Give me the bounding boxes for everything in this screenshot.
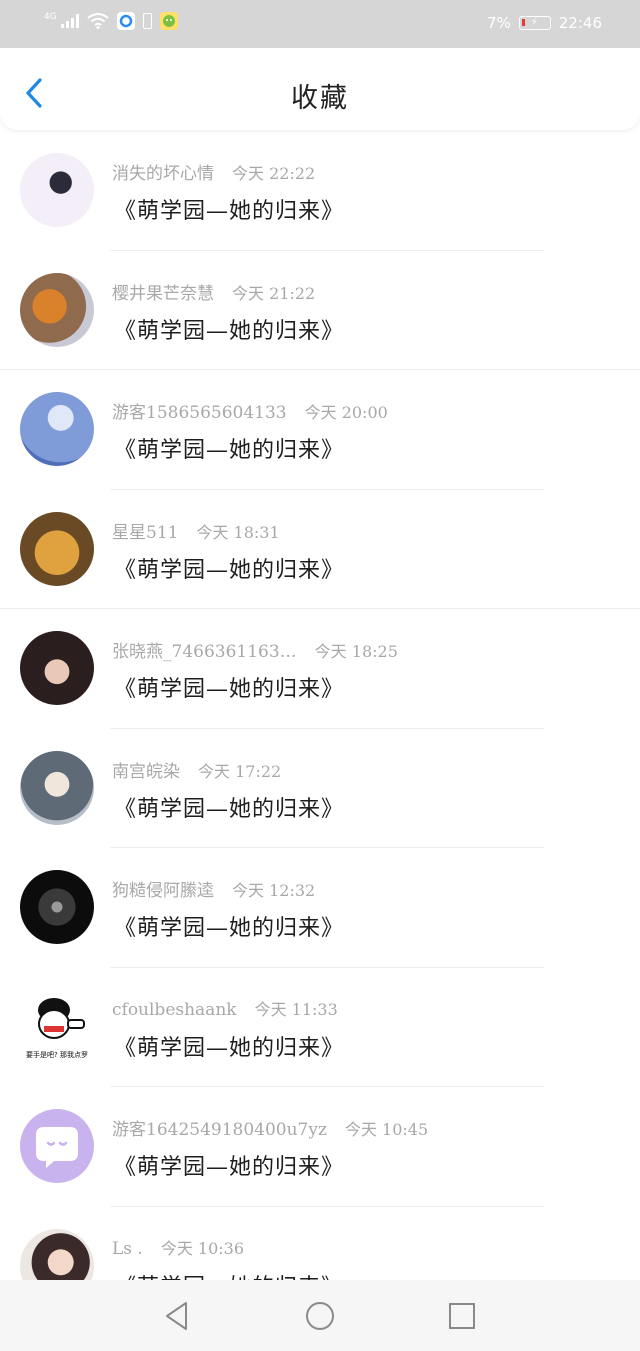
username[interactable]: 狗糙侵阿縢逵 bbox=[112, 881, 214, 901]
network-type: 4G bbox=[44, 12, 57, 22]
avatar-caption: 要手是吧? 那我点罗 bbox=[26, 1050, 88, 1059]
battery-icon: ⚡ bbox=[518, 16, 551, 30]
timestamp: 今天 22:22 bbox=[232, 164, 316, 183]
work-title[interactable]: 《萌学园—她的归来》 bbox=[114, 1149, 344, 1181]
work-title[interactable]: 《萌学园—她的归来》 bbox=[114, 313, 344, 345]
battery-percent: 7% bbox=[486, 14, 511, 32]
list-item[interactable]: 狗糙侵阿縢逵 今天 12:32 《萌学园—她的归来》 bbox=[0, 848, 640, 968]
list-item[interactable]: 游客1586565604133 今天 20:00 《萌学园—她的归来》 bbox=[0, 370, 640, 490]
wifi-icon bbox=[87, 13, 109, 29]
list-item[interactable]: 张晓燕_7466361163… 今天 18:25 《萌学园—她的归来》 bbox=[0, 609, 640, 729]
avatar[interactable] bbox=[20, 272, 94, 347]
work-title[interactable]: 《萌学园—她的归来》 bbox=[114, 432, 344, 464]
username[interactable]: 樱井果芒奈慧 bbox=[112, 284, 214, 304]
work-title[interactable]: 《萌学园—她的归来》 bbox=[114, 193, 344, 225]
username[interactable]: 游客1586565604133 bbox=[112, 403, 287, 423]
avatar[interactable] bbox=[20, 392, 94, 466]
avatar[interactable] bbox=[20, 750, 94, 825]
signal-icon bbox=[60, 14, 79, 28]
header: 收藏 bbox=[0, 48, 640, 130]
browser-app-icon bbox=[116, 12, 135, 30]
timestamp: 今天 18:25 bbox=[314, 642, 398, 661]
page-title: 收藏 bbox=[291, 83, 349, 114]
chat-bubble-icon bbox=[36, 1127, 78, 1168]
work-title[interactable]: 《萌学园—她的归来》 bbox=[114, 552, 344, 584]
timestamp: 今天 12:32 bbox=[232, 881, 316, 900]
list-item[interactable]: 星星511 今天 18:31 《萌学园—她的归来》 bbox=[0, 490, 640, 609]
avatar[interactable] bbox=[20, 153, 94, 227]
list-item[interactable]: 南宫皖染 今天 17:22 《萌学园—她的归来》 bbox=[0, 729, 640, 848]
username[interactable]: 游客1642549180400u7yz bbox=[112, 1120, 327, 1140]
sim-icon bbox=[142, 13, 152, 29]
list-item[interactable]: 要手是吧? 那我点罗 cfoulbeshaank 今天 11:33 《萌学园—她的… bbox=[0, 968, 640, 1087]
work-title[interactable]: 《萌学园—她的归来》 bbox=[114, 910, 344, 942]
home-circle-icon[interactable] bbox=[304, 1300, 336, 1332]
username[interactable]: 南宫皖染 bbox=[112, 762, 180, 782]
timestamp: 今天 21:22 bbox=[232, 283, 316, 303]
work-title[interactable]: 《萌学园—她的归来》 bbox=[114, 1030, 344, 1062]
timestamp: 今天 20:00 bbox=[304, 403, 388, 422]
recents-square-icon[interactable] bbox=[446, 1300, 478, 1332]
username[interactable]: 张晓燕_7466361163… bbox=[112, 642, 297, 662]
username[interactable]: cfoulbeshaank bbox=[112, 1000, 237, 1020]
work-title[interactable]: 《萌学园—她的归来》 bbox=[114, 791, 344, 823]
status-bar: 4G 7% ⚡ 22:46 bbox=[0, 0, 640, 48]
list-item[interactable]: 游客1642549180400u7yz 今天 10:45 《萌学园—她的归来》 bbox=[0, 1087, 640, 1207]
emoji-app-icon bbox=[159, 12, 178, 30]
username[interactable]: 星星511 bbox=[112, 523, 178, 543]
avatar[interactable] bbox=[20, 870, 94, 944]
avatar[interactable] bbox=[20, 631, 94, 705]
list-item[interactable]: 消失的坏心情 今天 22:22 《萌学园—她的归来》 bbox=[0, 131, 640, 251]
timestamp: 今天 11:33 bbox=[254, 999, 338, 1019]
avatar[interactable]: 要手是吧? 那我点罗 bbox=[20, 989, 94, 1064]
back-triangle-icon[interactable] bbox=[162, 1300, 194, 1332]
timestamp: 今天 18:31 bbox=[196, 522, 280, 542]
timestamp: 今天 10:45 bbox=[344, 1120, 429, 1139]
timestamp: 今天 17:22 bbox=[198, 761, 282, 781]
work-title[interactable]: 《萌学园—她的归来》 bbox=[114, 671, 344, 703]
avatar[interactable] bbox=[20, 511, 94, 586]
username[interactable]: Ls . bbox=[112, 1239, 143, 1259]
system-nav-bar bbox=[0, 1280, 640, 1351]
list-item[interactable]: 樱井果芒奈慧 今天 21:22 《萌学园—她的归来》 bbox=[0, 251, 640, 370]
clock: 22:46 bbox=[558, 14, 602, 32]
timestamp: 今天 10:36 bbox=[160, 1238, 245, 1258]
username[interactable]: 消失的坏心情 bbox=[112, 164, 214, 184]
favorites-list: 消失的坏心情 今天 22:22 《萌学园—她的归来》 樱井果芒奈慧 今天 21:22… bbox=[0, 131, 640, 1326]
avatar[interactable] bbox=[20, 1109, 94, 1183]
